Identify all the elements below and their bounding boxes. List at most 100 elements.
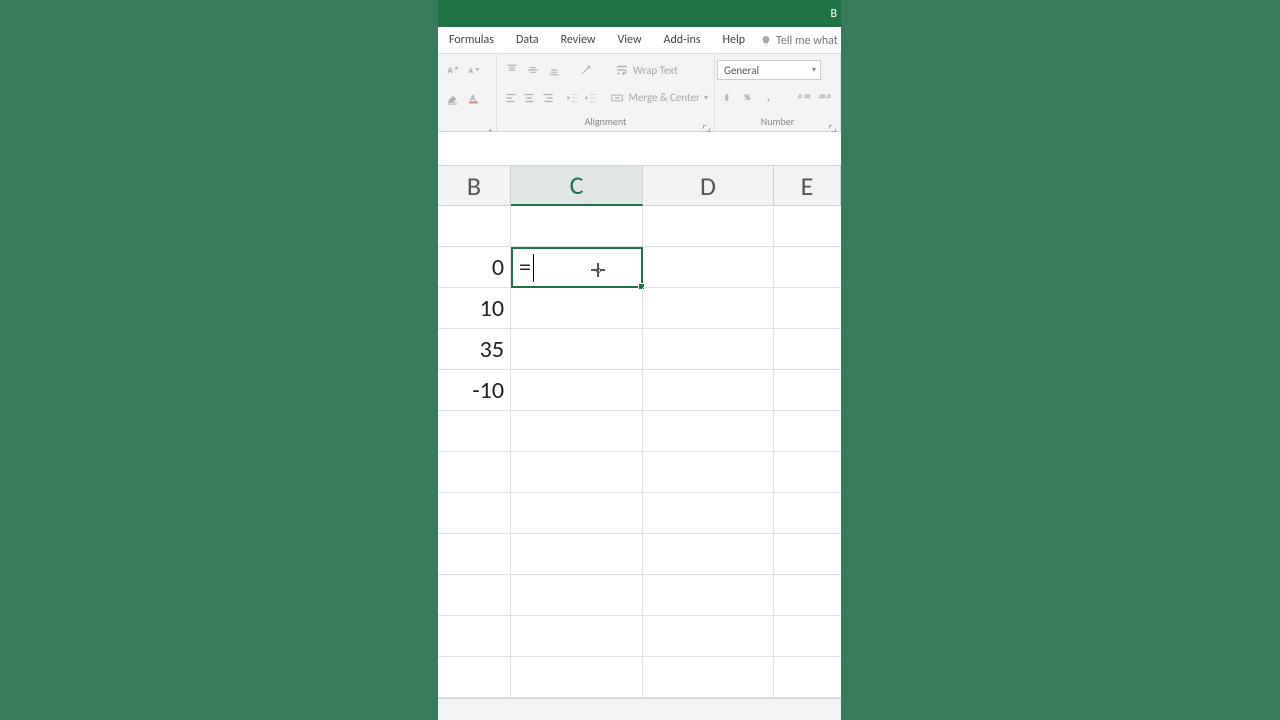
alignment-dialog-launcher[interactable] — [702, 119, 712, 129]
cell-E11[interactable] — [774, 616, 841, 657]
cell-E6[interactable] — [774, 411, 841, 452]
tab-review[interactable]: Review — [550, 28, 607, 53]
cell-D2[interactable] — [643, 247, 774, 288]
formula-bar-area[interactable] — [438, 132, 841, 166]
cell-C4[interactable] — [511, 329, 643, 370]
cell-E5[interactable] — [774, 370, 841, 411]
svg-text:.0: .0 — [798, 94, 802, 100]
lightbulb-icon — [760, 35, 772, 47]
svg-text:$: $ — [725, 92, 729, 102]
cell-E8[interactable] — [774, 493, 841, 534]
comma-format-button[interactable]: , — [761, 88, 779, 106]
cell-B4[interactable]: 35 — [438, 329, 511, 370]
chevron-down-icon: ▾ — [812, 65, 816, 75]
svg-text:,: , — [767, 90, 770, 103]
align-left-button[interactable] — [503, 89, 519, 107]
cell-B1[interactable] — [438, 206, 511, 247]
cell-D8[interactable] — [643, 493, 774, 534]
cell-C1[interactable] — [511, 206, 643, 247]
cell-B8[interactable] — [438, 493, 511, 534]
wrap-text-button[interactable]: Wrap Text — [615, 63, 678, 77]
column-header-D[interactable]: D — [643, 166, 774, 206]
cell-E3[interactable] — [774, 288, 841, 329]
cell-C5[interactable] — [511, 370, 643, 411]
cell-C9[interactable] — [511, 534, 643, 575]
increase-font-button[interactable]: A▲ — [444, 61, 462, 79]
cell-B10[interactable] — [438, 575, 511, 616]
excel-window: B Formulas Data Review View Add-ins Help… — [438, 0, 841, 720]
cell-B6[interactable] — [438, 411, 511, 452]
number-dialog-launcher[interactable] — [828, 119, 838, 129]
cell-D12[interactable] — [643, 657, 774, 698]
decrease-decimal-button[interactable]: .00.0 — [816, 88, 834, 106]
merge-center-button[interactable]: Merge & Center ▾ — [610, 91, 708, 105]
cell-D4[interactable] — [643, 329, 774, 370]
ribbon-body: A▲ A▼ A Wrap Text — [438, 54, 841, 132]
cell-C7[interactable] — [511, 452, 643, 493]
cell-E7[interactable] — [774, 452, 841, 493]
cell-C10[interactable] — [511, 575, 643, 616]
align-center-button[interactable] — [522, 89, 538, 107]
font-dialog-launcher[interactable] — [484, 119, 494, 129]
cell-B12[interactable] — [438, 657, 511, 698]
tab-view[interactable]: View — [606, 28, 652, 53]
cell-B11[interactable] — [438, 616, 511, 657]
align-middle-button[interactable] — [524, 61, 542, 79]
font-color-button[interactable]: A — [465, 89, 483, 107]
column-header-E[interactable]: E — [774, 166, 841, 206]
cell-D5[interactable] — [643, 370, 774, 411]
svg-text:A: A — [469, 66, 474, 75]
cell-C6[interactable] — [511, 411, 643, 452]
cell-E4[interactable] — [774, 329, 841, 370]
cell-D3[interactable] — [643, 288, 774, 329]
tab-help[interactable]: Help — [712, 28, 757, 53]
decrease-indent-button[interactable] — [565, 89, 581, 107]
status-bar — [438, 698, 841, 720]
column-header-B[interactable]: B — [438, 166, 511, 206]
increase-decimal-button[interactable]: .0.00 — [795, 88, 813, 106]
column-header-C[interactable]: C — [511, 166, 643, 206]
orientation-button[interactable] — [577, 61, 595, 79]
spreadsheet-grid[interactable]: B C D E 0 = — [438, 166, 841, 698]
number-format-dropdown[interactable]: General ▾ — [717, 60, 821, 80]
cell-E9[interactable] — [774, 534, 841, 575]
number-format-value: General — [724, 64, 759, 77]
cell-E2[interactable] — [774, 247, 841, 288]
align-top-button[interactable] — [503, 61, 521, 79]
cell-E1[interactable] — [774, 206, 841, 247]
tab-formulas[interactable]: Formulas — [438, 28, 505, 53]
align-right-button[interactable] — [540, 89, 556, 107]
percent-format-button[interactable]: % — [740, 88, 758, 106]
cell-C8[interactable] — [511, 493, 643, 534]
accounting-format-button[interactable]: $ — [719, 88, 737, 106]
align-bottom-button[interactable] — [545, 61, 563, 79]
cell-E12[interactable] — [774, 657, 841, 698]
cell-D1[interactable] — [643, 206, 774, 247]
cell-B2[interactable]: 0 — [438, 247, 511, 288]
wrap-text-label: Wrap Text — [633, 64, 678, 77]
cell-D7[interactable] — [643, 452, 774, 493]
cell-C11[interactable] — [511, 616, 643, 657]
cell-B5[interactable]: -10 — [438, 370, 511, 411]
cell-C2-formula: = — [519, 253, 531, 282]
cell-D10[interactable] — [643, 575, 774, 616]
cell-E10[interactable] — [774, 575, 841, 616]
cell-B7[interactable] — [438, 452, 511, 493]
ribbon-group-font-partial: A▲ A▼ A — [438, 54, 497, 131]
tab-addins[interactable]: Add-ins — [653, 28, 712, 53]
tell-me-search[interactable]: Tell me what you — [756, 29, 841, 53]
fill-color-button[interactable] — [444, 89, 462, 107]
tab-data[interactable]: Data — [505, 28, 550, 53]
svg-text:A: A — [448, 66, 453, 76]
increase-indent-button[interactable] — [584, 89, 600, 107]
decrease-font-button[interactable]: A▼ — [465, 61, 483, 79]
cell-C12[interactable] — [511, 657, 643, 698]
cell-B9[interactable] — [438, 534, 511, 575]
cell-D6[interactable] — [643, 411, 774, 452]
cell-D9[interactable] — [643, 534, 774, 575]
cell-B3[interactable]: 10 — [438, 288, 511, 329]
cell-C2-editing[interactable]: = — [511, 247, 643, 288]
cell-D11[interactable] — [643, 616, 774, 657]
svg-text:▲: ▲ — [454, 66, 459, 71]
cell-C3[interactable] — [511, 288, 643, 329]
